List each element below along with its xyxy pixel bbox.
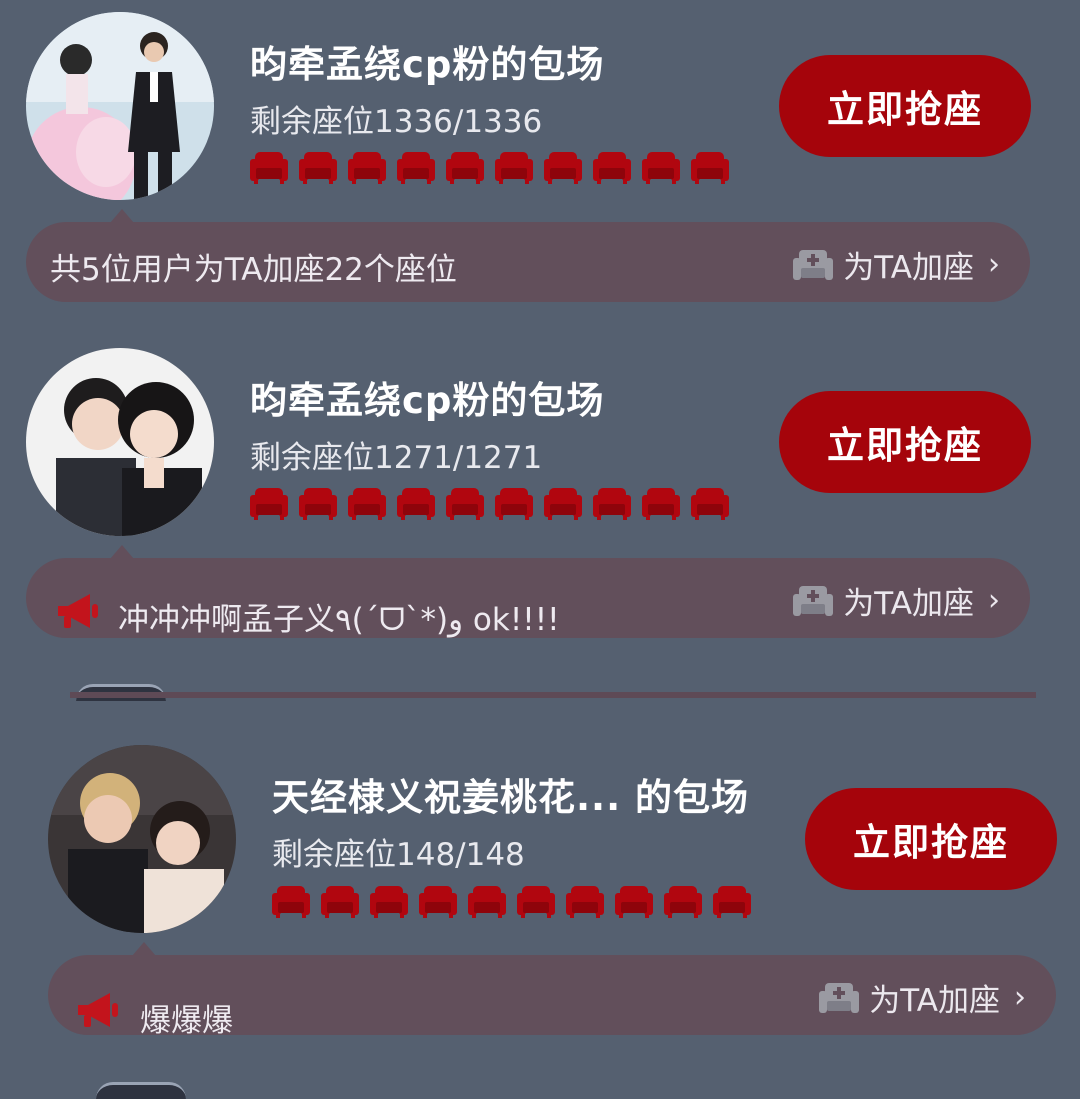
armchair-icon (250, 488, 288, 520)
remaining-seats: 剩余座位1336/1336 (250, 104, 543, 140)
comment-bubble: 爆爆爆 为TA加座 › (48, 955, 1056, 1039)
armchair-icon (495, 488, 533, 520)
comment-bubble: 共5位用户为TA加座22个座位 为TA加座 › (26, 222, 1030, 302)
armchair-icon (299, 152, 337, 184)
armchair-icon (397, 152, 435, 184)
add-seat-icon (793, 585, 834, 616)
chevron-right-icon: › (988, 583, 1000, 618)
bubble-tail (110, 545, 134, 559)
divider (70, 692, 1036, 698)
armchair-icon (544, 152, 582, 184)
armchair-icon (370, 886, 408, 918)
party-title: 昀牵孟绕cp粉的包场 (250, 379, 605, 422)
party-title: 天经棣义祝姜桃花... 的包场 (272, 776, 750, 819)
armchair-icon (593, 488, 631, 520)
add-seat-icon (819, 982, 860, 1013)
megaphone-icon (58, 594, 98, 628)
couple-photo-image (48, 745, 236, 933)
armchair-icon (642, 488, 680, 520)
armchair-icon (691, 488, 729, 520)
armchair-icon (446, 488, 484, 520)
armchair-icon (272, 886, 310, 918)
armchair-icon (397, 488, 435, 520)
seat-row (250, 150, 729, 184)
armchair-icon (446, 152, 484, 184)
bubble-text: 共5位用户为TA加座22个座位 (50, 252, 457, 288)
comment-bubble: 冲冲冲啊孟子义٩(ˊᗜˋ*)و ok!!!! 为TA加座 › (26, 558, 1030, 638)
armchair-icon (299, 488, 337, 520)
add-seat-label: 为TA加座 (843, 586, 974, 622)
couple-photo-image (26, 348, 214, 536)
bubble-text: 爆爆爆 (140, 1003, 233, 1039)
seat-row (272, 884, 751, 918)
armchair-icon (664, 886, 702, 918)
armchair-icon (713, 886, 751, 918)
chevron-right-icon: › (988, 247, 1000, 282)
couple-photo-image (26, 12, 214, 200)
armchair-icon (544, 488, 582, 520)
grab-seat-button[interactable]: 立即抢座 (805, 788, 1057, 890)
grab-seat-button[interactable]: 立即抢座 (779, 391, 1031, 493)
armchair-icon (566, 886, 604, 918)
add-seat-link[interactable]: 为TA加座 › (793, 578, 1000, 623)
megaphone-icon (78, 993, 118, 1027)
bubble-tail (110, 209, 134, 223)
armchair-icon (348, 152, 386, 184)
remaining-seats: 剩余座位148/148 (272, 837, 525, 873)
next-avatar-edge (96, 1082, 186, 1099)
add-seat-link[interactable]: 为TA加座 › (793, 242, 1000, 287)
avatar[interactable] (26, 12, 214, 200)
armchair-icon (495, 152, 533, 184)
add-seat-link[interactable]: 为TA加座 › (819, 975, 1026, 1020)
seat-row (250, 486, 729, 520)
grab-seat-button[interactable]: 立即抢座 (779, 55, 1031, 157)
armchair-icon (250, 152, 288, 184)
remaining-seats: 剩余座位1271/1271 (250, 440, 543, 476)
chevron-right-icon: › (1014, 980, 1026, 1015)
bubble-tail (132, 942, 156, 956)
armchair-icon (642, 152, 680, 184)
armchair-icon (615, 886, 653, 918)
armchair-icon (517, 886, 555, 918)
armchair-icon (321, 886, 359, 918)
armchair-icon (468, 886, 506, 918)
add-seat-label: 为TA加座 (843, 250, 974, 286)
armchair-icon (593, 152, 631, 184)
avatar[interactable] (48, 745, 236, 933)
add-seat-label: 为TA加座 (869, 983, 1000, 1019)
armchair-icon (691, 152, 729, 184)
armchair-icon (419, 886, 457, 918)
bubble-text: 冲冲冲啊孟子义٩(ˊᗜˋ*)و ok!!!! (118, 602, 560, 638)
party-title: 昀牵孟绕cp粉的包场 (250, 43, 605, 86)
armchair-icon (348, 488, 386, 520)
avatar[interactable] (26, 348, 214, 536)
add-seat-icon (793, 249, 834, 280)
